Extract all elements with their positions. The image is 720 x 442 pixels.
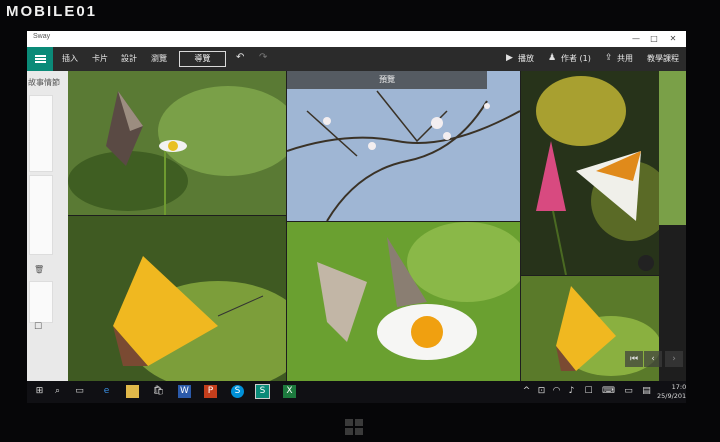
share-icon[interactable]: ⇪ — [605, 53, 613, 63]
cherry-blossom-photo[interactable] — [287, 71, 520, 221]
search-icon[interactable]: ⌕ — [51, 385, 64, 398]
tutorials-button[interactable]: 教學課程 — [647, 53, 679, 64]
file-explorer-icon[interactable] — [126, 385, 139, 398]
sway-app-screen: Sway — □ ✕ 插入 卡片 設計 瀏覽 導覽 ↶ ↷ ▶ 播放 ♟ 作者 … — [27, 31, 686, 403]
clock-time: 17:09 — [671, 383, 686, 391]
notification-icon[interactable]: ▤ — [640, 385, 653, 398]
authors-icon[interactable]: ♟ — [548, 53, 556, 63]
powerpoint-icon[interactable]: P — [204, 385, 217, 398]
tab-design[interactable]: 設計 — [121, 53, 137, 64]
maximize-button[interactable]: □ — [645, 32, 663, 45]
authors-button[interactable]: 作者 (1) — [561, 53, 591, 64]
butterfly-flower-photo[interactable] — [521, 71, 659, 275]
delete-icon[interactable]: 🗑 — [34, 265, 44, 274]
window-titlebar: Sway — □ ✕ — [27, 31, 686, 48]
yellow-butterfly-photo[interactable] — [68, 216, 286, 381]
show-hidden-icons-icon[interactable]: ^ — [520, 385, 533, 398]
edge-icon[interactable]: e — [100, 385, 113, 398]
action-center-icon[interactable]: ☐ — [582, 385, 595, 398]
play-button[interactable]: 播放 — [518, 53, 534, 64]
share-button[interactable]: 共用 — [617, 53, 633, 64]
butterfly-photo-1[interactable] — [68, 71, 286, 215]
sway-icon[interactable]: S — [255, 384, 270, 399]
wifi-icon[interactable]: ◠ — [550, 385, 563, 398]
keyboard-icon[interactable]: ⌨ — [602, 385, 615, 398]
prev-page-button[interactable]: ‹ — [644, 351, 662, 367]
window-title: Sway — [33, 33, 51, 40]
ribbon-toolbar: 插入 卡片 設計 瀏覽 導覽 ↶ ↷ ▶ 播放 ♟ 作者 (1) ⇪ 共用 教學… — [27, 47, 686, 71]
checkbox-icon[interactable]: ☐ — [34, 322, 42, 332]
skype-icon[interactable]: S — [231, 385, 244, 398]
first-page-button[interactable]: ⏮ — [625, 351, 643, 367]
tab-navigate[interactable]: 瀏覽 — [151, 53, 167, 64]
network-icon[interactable]: ⊡ — [535, 385, 548, 398]
volume-icon[interactable]: ♪ — [565, 385, 578, 398]
blue-butterfly-daisy-photo[interactable] — [287, 222, 520, 381]
redo-icon[interactable]: ↷ — [259, 52, 267, 63]
minimize-button[interactable]: — — [627, 32, 645, 45]
storyline-card[interactable] — [29, 95, 53, 172]
tab-cards[interactable]: 卡片 — [92, 53, 108, 64]
tab-insert[interactable]: 插入 — [62, 53, 78, 64]
excel-icon[interactable]: X — [283, 385, 296, 398]
windows-taskbar: ⊞ ⌕ ▭ e 🛍 W P S S X ^ ⊡ ◠ ♪ ☐ ⌨ ▭ ▤ 17:0… — [27, 381, 686, 403]
task-view-icon[interactable]: ▭ — [73, 385, 86, 398]
navigate-button[interactable]: 導覽 — [179, 51, 226, 67]
clock-date: 25/9/2015 — [657, 392, 686, 400]
taskbar-clock[interactable]: 17:09 25/9/2015 — [657, 383, 686, 401]
play-icon[interactable]: ▶ — [506, 53, 513, 63]
store-icon[interactable]: 🛍 — [152, 385, 165, 398]
word-icon[interactable]: W — [178, 385, 191, 398]
mobile01-watermark: MOBILE01 — [6, 3, 98, 20]
windows-logo-icon — [345, 419, 363, 435]
next-page-button[interactable]: › — [665, 351, 683, 367]
undo-icon[interactable]: ↶ — [236, 52, 244, 63]
storyline-panel: 故事情節 🗑 ☐ — [27, 71, 68, 381]
hamburger-menu-button[interactable] — [27, 47, 53, 71]
preview-label: 預覽 — [287, 71, 487, 89]
battery-icon[interactable]: ▭ — [622, 385, 635, 398]
storyline-label: 故事情節 — [28, 78, 60, 87]
storyline-card[interactable] — [29, 175, 53, 255]
photo-edge-strip[interactable] — [659, 71, 686, 225]
storyline-card[interactable] — [29, 281, 53, 323]
windows-start-icon[interactable]: ⊞ — [33, 385, 46, 398]
close-button[interactable]: ✕ — [664, 32, 682, 45]
